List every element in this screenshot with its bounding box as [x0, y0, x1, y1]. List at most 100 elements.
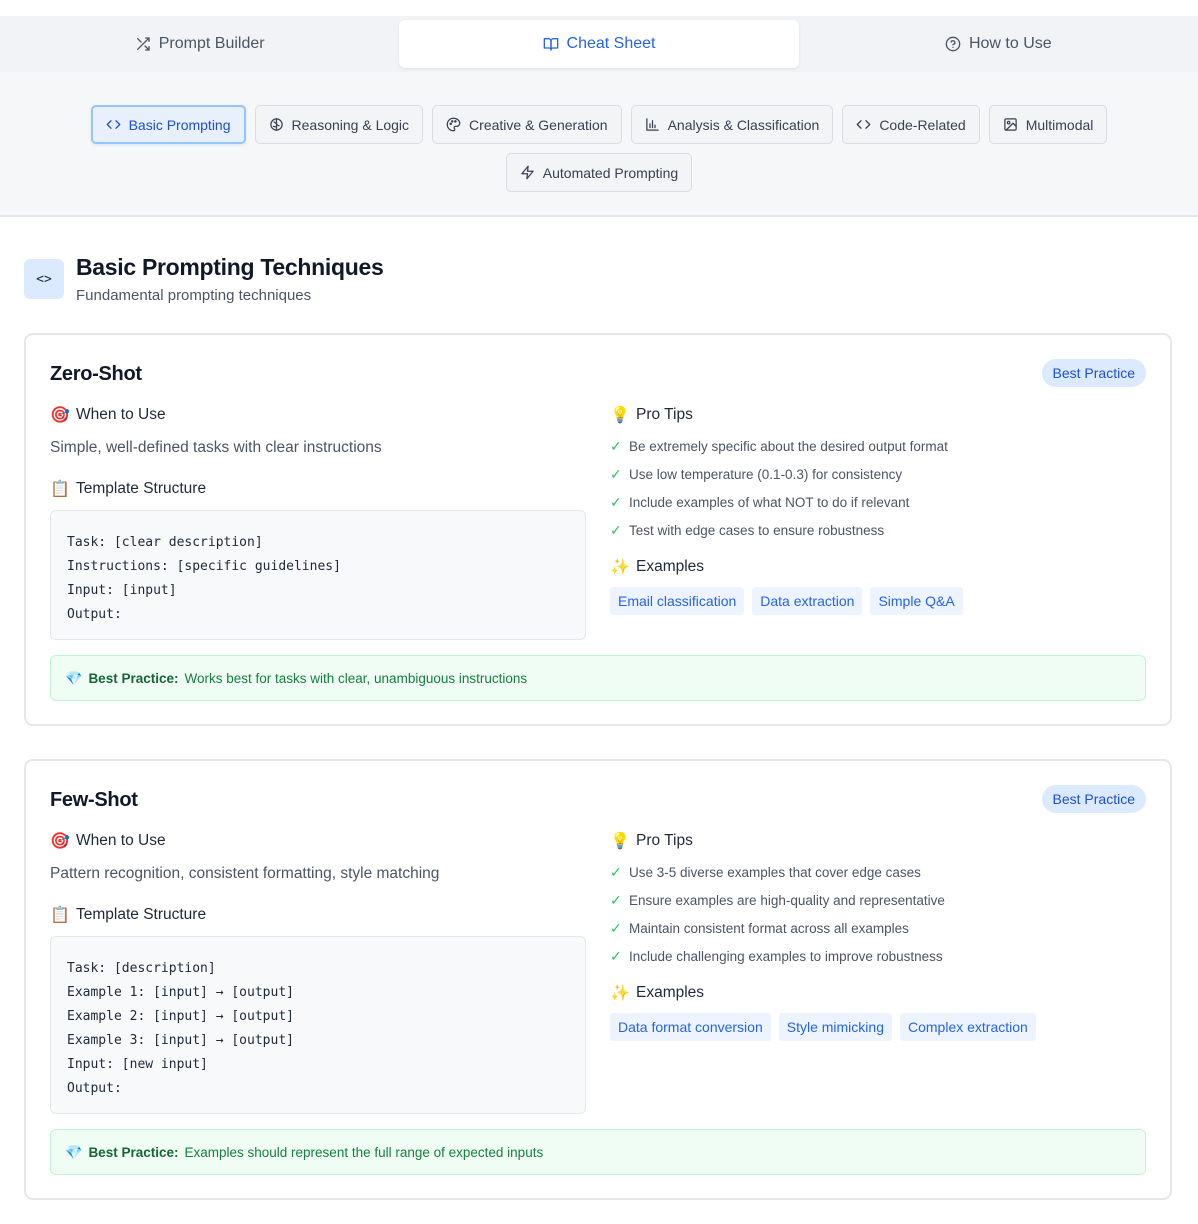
- heading-label: Template Structure: [76, 479, 207, 497]
- card-title: Zero-Shot: [50, 363, 142, 385]
- section-title: Basic Prompting Techniques: [76, 254, 384, 280]
- category-multimodal[interactable]: Multimodal: [988, 105, 1108, 144]
- check-icon: ✓: [610, 919, 622, 936]
- target-icon: 🎯: [50, 405, 70, 424]
- status-badge: Best Practice: [1041, 785, 1146, 813]
- category-label: Multimodal: [1025, 116, 1094, 133]
- example-tag[interactable]: Style mimicking: [778, 1013, 892, 1041]
- tip-text: Test with edge cases to ensure robustnes…: [629, 522, 885, 538]
- tab-label: How to Use: [968, 35, 1052, 52]
- when-to-use-text: Pattern recognition, consistent formatti…: [50, 865, 440, 882]
- check-icon: ✓: [610, 863, 622, 880]
- palette-icon: [446, 117, 461, 132]
- list-item: ✓ Test with edge cases to ensure robustne…: [610, 516, 948, 544]
- list-item: ✓ Include challenging examples to improve…: [610, 942, 945, 970]
- heading-label: When to Use: [76, 831, 166, 849]
- best-practice-label: Best Practice:: [88, 670, 179, 686]
- list-item: ✓ Include examples of what NOT to do if r…: [610, 488, 948, 516]
- best-practice-label: Best Practice:: [88, 1144, 179, 1160]
- tip-text: Use 3-5 diverse examples that cover edge…: [629, 864, 921, 880]
- template-structure-heading: 📋 Template Structure: [50, 479, 206, 498]
- examples-heading: ✨ Examples: [610, 983, 704, 1002]
- list-item: ✓ Use 3-5 diverse examples that cover edg…: [610, 858, 945, 886]
- heading-label: When to Use: [76, 405, 166, 423]
- heading-label: Pro Tips: [636, 831, 693, 849]
- image-icon: [1003, 118, 1017, 131]
- examples-tags: Data format conversion Style mimicking C…: [610, 1013, 1036, 1041]
- target-icon: 🎯: [50, 831, 70, 850]
- category-label: Analysis & Classification: [667, 116, 820, 133]
- category-bar: Basic Prompting Reasoning & Logic Creati…: [0, 72, 1198, 217]
- tip-text: Include challenging examples to improve …: [629, 948, 943, 964]
- category-analysis-classification[interactable]: Analysis & Classification: [630, 105, 834, 144]
- section-subtitle: Fundamental prompting techniques: [76, 287, 312, 304]
- clipboard-icon: 📋: [50, 905, 70, 924]
- tip-text: Be extremely specific about the desired …: [629, 438, 948, 454]
- when-to-use-text: Simple, well-defined tasks with clear in…: [50, 439, 382, 456]
- example-tag[interactable]: Simple Q&A: [870, 587, 963, 615]
- check-icon: ✓: [610, 465, 622, 482]
- check-icon: ✓: [610, 891, 622, 908]
- tab-how-to-use[interactable]: How to Use: [799, 16, 1198, 72]
- code-icon: [856, 120, 871, 129]
- code-icon: [106, 120, 120, 129]
- category-label: Creative & Generation: [469, 116, 608, 133]
- technique-card-zero-shot: Zero-Shot Best Practice 🎯 When to Use Si…: [24, 333, 1172, 726]
- when-to-use-heading: 🎯 When to Use: [50, 831, 166, 850]
- clipboard-icon: 📋: [50, 479, 70, 498]
- lightbulb-icon: 💡: [610, 405, 630, 424]
- heading-label: Template Structure: [76, 905, 207, 923]
- check-icon: ✓: [610, 493, 622, 510]
- book-open-icon: [543, 38, 558, 51]
- pro-tips-heading: 💡 Pro Tips: [610, 831, 693, 850]
- card-title: Few-Shot: [50, 789, 138, 811]
- category-basic-prompting[interactable]: Basic Prompting: [90, 105, 246, 144]
- example-tag[interactable]: Data extraction: [752, 587, 863, 615]
- best-practice-text: Examples should represent the full range…: [184, 1144, 544, 1160]
- code-icon: <>: [24, 259, 64, 299]
- category-reasoning-logic[interactable]: Reasoning & Logic: [254, 105, 424, 144]
- tab-cheat-sheet[interactable]: Cheat Sheet: [399, 20, 799, 68]
- template-code-block[interactable]: Task: [clear description] Instructions: …: [50, 510, 586, 640]
- pro-tips-heading: 💡 Pro Tips: [610, 405, 693, 424]
- example-tag[interactable]: Data format conversion: [610, 1013, 771, 1041]
- gem-icon: 💎: [65, 1143, 83, 1160]
- category-label: Code-Related: [879, 116, 966, 133]
- category-code-related[interactable]: Code-Related: [842, 105, 980, 144]
- examples-heading: ✨ Examples: [610, 557, 704, 576]
- tip-text: Ensure examples are high-quality and rep…: [629, 892, 945, 908]
- template-code-block[interactable]: Task: [description] Example 1: [input] →…: [50, 936, 586, 1114]
- heading-label: Examples: [636, 557, 705, 575]
- best-practice-text: Works best for tasks with clear, unambig…: [184, 670, 528, 686]
- best-practice-callout: 💎 Best Practice: Works best for tasks wi…: [50, 655, 1146, 701]
- list-item: ✓ Use low temperature (0.1-0.3) for consi…: [610, 460, 948, 488]
- pro-tips-list: ✓ Be extremely specific about the desired…: [610, 432, 948, 544]
- template-structure-heading: 📋 Template Structure: [50, 905, 206, 924]
- main-tab-bar: Prompt Builder Cheat Sheet How to Use: [0, 16, 1198, 72]
- category-creative-generation[interactable]: Creative & Generation: [432, 105, 622, 144]
- zap-icon: [521, 165, 534, 180]
- example-tag[interactable]: Complex extraction: [899, 1013, 1036, 1041]
- check-icon: ✓: [610, 437, 622, 454]
- pro-tips-list: ✓ Use 3-5 diverse examples that cover edg…: [610, 858, 945, 970]
- tab-prompt-builder[interactable]: Prompt Builder: [0, 16, 399, 72]
- technique-card-few-shot: Few-Shot Best Practice 🎯 When to Use Pat…: [24, 759, 1172, 1200]
- examples-tags: Email classification Data extraction Sim…: [610, 587, 963, 615]
- example-tag[interactable]: Email classification: [610, 587, 745, 615]
- list-item: ✓ Ensure examples are high-quality and re…: [610, 886, 945, 914]
- bar-chart-icon: [645, 118, 659, 131]
- help-circle-icon: [945, 36, 961, 52]
- category-label: Basic Prompting: [128, 116, 231, 133]
- lightbulb-icon: 💡: [610, 831, 630, 850]
- list-item: ✓ Maintain consistent format across all e…: [610, 914, 945, 942]
- sparkle-icon: ✨: [610, 983, 630, 1002]
- category-automated-prompting[interactable]: Automated Prompting: [505, 153, 693, 192]
- check-icon: ✓: [610, 947, 622, 964]
- category-label: Reasoning & Logic: [291, 116, 410, 133]
- list-item: ✓ Be extremely specific about the desired…: [610, 432, 948, 460]
- check-icon: ✓: [610, 521, 622, 538]
- heading-label: Examples: [636, 983, 705, 1001]
- category-label: Automated Prompting: [542, 164, 679, 181]
- status-badge: Best Practice: [1041, 359, 1146, 387]
- tip-text: Maintain consistent format across all ex…: [629, 920, 909, 936]
